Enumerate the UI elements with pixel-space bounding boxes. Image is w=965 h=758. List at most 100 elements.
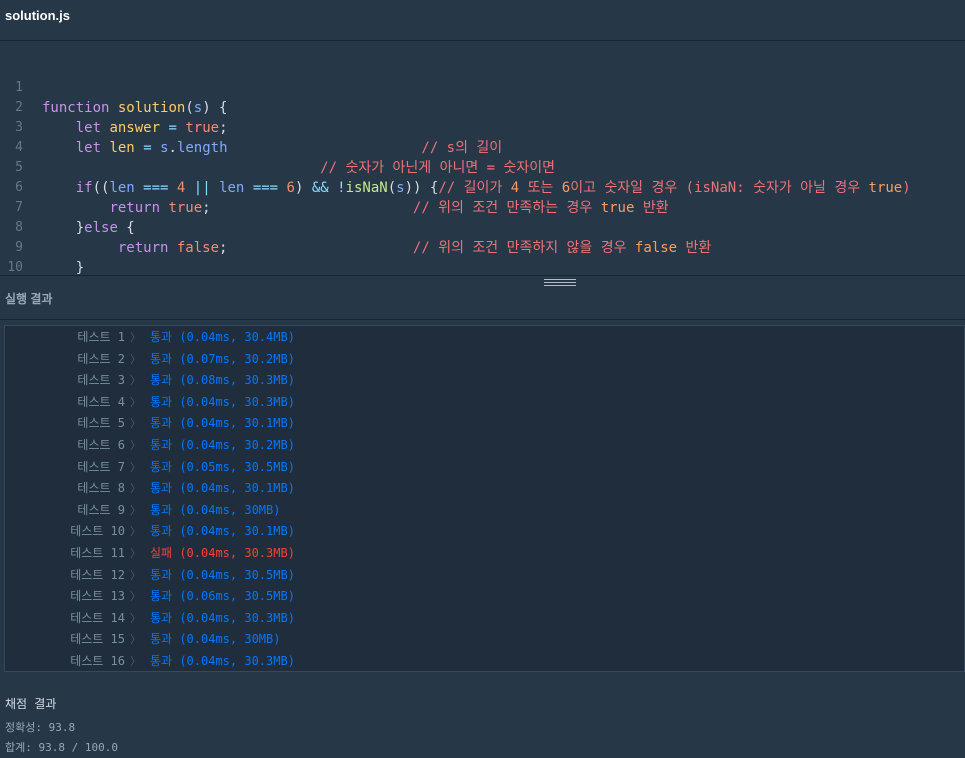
chevron-right-icon: 〉 bbox=[130, 417, 141, 431]
test-result: 통과 (0.04ms, 30.1MB) bbox=[150, 521, 295, 542]
test-result: 통과 (0.04ms, 30.1MB) bbox=[150, 478, 295, 499]
chevron-right-icon: 〉 bbox=[130, 655, 141, 668]
test-status: 통과 bbox=[150, 394, 173, 409]
test-label: 테스트 4 bbox=[77, 394, 125, 409]
test-label: 테스트 1 bbox=[77, 330, 125, 344]
test-label: 테스트 12 bbox=[70, 567, 125, 582]
code-line[interactable]: 2 let answer = true; bbox=[0, 78, 965, 136]
test-detail: (0.04ms, 30.1MB) bbox=[179, 524, 295, 539]
grading-title: 채점 결과 bbox=[5, 697, 57, 711]
chevron-right-icon: 〉 bbox=[130, 503, 141, 517]
test-status: 통과 bbox=[150, 438, 173, 452]
result-row[interactable]: 테스트 9 〉 통과 (0.04ms, 30MB) bbox=[5, 500, 960, 521]
code-line[interactable]: 11 bbox=[0, 258, 965, 275]
test-result: 실패 (0.04ms, 30.3MB) bbox=[150, 543, 295, 564]
test-detail: (0.04ms, 30MB) bbox=[179, 502, 281, 517]
test-label: 테스트 16 bbox=[70, 654, 125, 668]
test-detail: (0.04ms, 30.4MB) bbox=[179, 330, 295, 344]
test-detail: (0.04ms, 30MB) bbox=[179, 632, 281, 647]
result-row[interactable]: 테스트 5 〉 통과 (0.04ms, 30.1MB) bbox=[5, 413, 960, 434]
result-row[interactable]: 테스트 6 〉 통과 (0.04ms, 30.2MB) bbox=[5, 435, 960, 456]
test-result: 통과 (0.04ms, 30.3MB) bbox=[150, 608, 295, 629]
test-result: 통과 (0.04ms, 30.5MB) bbox=[150, 565, 295, 586]
code-line[interactable]: 4 // 숫자가 아닌게 아니면 = 숫자이면 bbox=[0, 118, 965, 176]
results-divider bbox=[0, 319, 965, 320]
test-detail: (0.04ms, 30.1MB) bbox=[179, 481, 295, 496]
test-status: 통과 bbox=[150, 502, 173, 517]
test-detail: (0.04ms, 30.3MB) bbox=[179, 546, 295, 560]
test-result: 통과 (0.04ms, 30MB) bbox=[150, 500, 280, 521]
test-label: 테스트 7 bbox=[77, 459, 125, 474]
test-detail: (0.04ms, 30.3MB) bbox=[179, 654, 295, 668]
code-line[interactable]: 5 if((len === 4 || len === 6) && !isNaN(… bbox=[0, 138, 965, 196]
result-row[interactable]: 테스트 16 〉 통과 (0.04ms, 30.3MB) bbox=[5, 651, 960, 672]
results-title: 실행 결과 bbox=[5, 292, 53, 306]
test-detail: (0.07ms, 30.2MB) bbox=[179, 351, 295, 366]
test-detail: (0.04ms, 30.3MB) bbox=[179, 394, 295, 409]
test-label: 테스트 13 bbox=[70, 589, 125, 604]
test-label: 테스트 11 bbox=[70, 546, 125, 560]
chevron-right-icon: 〉 bbox=[130, 374, 141, 388]
chevron-right-icon: 〉 bbox=[130, 395, 141, 409]
test-detail: (0.04ms, 30.3MB) bbox=[179, 610, 295, 625]
chevron-right-icon: 〉 bbox=[130, 568, 141, 582]
test-status: 통과 bbox=[150, 632, 173, 647]
test-result: 통과 (0.06ms, 30.5MB) bbox=[150, 586, 295, 607]
test-label: 테스트 9 bbox=[77, 502, 125, 517]
test-label: 테스트 2 bbox=[77, 351, 125, 366]
code-line[interactable]: 10 } bbox=[0, 238, 965, 275]
code-line[interactable]: 7 }else { bbox=[0, 178, 965, 236]
chevron-right-icon: 〉 bbox=[130, 633, 141, 647]
test-detail: (0.05ms, 30.5MB) bbox=[179, 459, 295, 474]
test-status: 통과 bbox=[150, 481, 173, 496]
panel-divider bbox=[0, 275, 965, 276]
result-row[interactable]: 테스트 8 〉 통과 (0.04ms, 30.1MB) bbox=[5, 478, 960, 499]
result-row[interactable]: 테스트 12 〉 통과 (0.04ms, 30.5MB) bbox=[5, 565, 960, 586]
test-result: 통과 (0.04ms, 30.1MB) bbox=[150, 413, 295, 434]
test-detail: (0.04ms, 30.5MB) bbox=[179, 567, 295, 582]
code-line[interactable]: 1 function solution(s) { bbox=[0, 58, 965, 116]
test-label: 테스트 15 bbox=[70, 632, 125, 647]
file-tab-solution-js[interactable]: solution.js bbox=[5, 8, 70, 23]
test-status: 통과 bbox=[150, 524, 173, 539]
accuracy-score: 정확성: 93.8 bbox=[5, 721, 76, 734]
test-result: 통과 (0.08ms, 30.3MB) bbox=[150, 370, 295, 391]
test-result: 통과 (0.05ms, 30.5MB) bbox=[150, 457, 295, 478]
test-result: 통과 (0.04ms, 30.3MB) bbox=[150, 392, 295, 413]
result-row[interactable]: 테스트 14 〉 통과 (0.04ms, 30.3MB) bbox=[5, 608, 960, 629]
test-detail: (0.04ms, 30.1MB) bbox=[179, 416, 295, 431]
chevron-right-icon: 〉 bbox=[130, 590, 141, 604]
result-row[interactable]: 테스트 10 〉 통과 (0.04ms, 30.1MB) bbox=[5, 521, 960, 542]
chevron-right-icon: 〉 bbox=[130, 482, 141, 496]
resize-handle-icon[interactable] bbox=[544, 279, 576, 287]
result-row[interactable]: 테스트 2 〉 통과 (0.07ms, 30.2MB) bbox=[5, 349, 960, 370]
test-label: 테스트 14 bbox=[70, 610, 125, 625]
chevron-right-icon: 〉 bbox=[130, 352, 141, 366]
code-line[interactable]: 8 return false; // 위의 조건 만족하지 않을 경우 fals… bbox=[0, 198, 965, 256]
test-detail: (0.04ms, 30.2MB) bbox=[179, 438, 295, 452]
test-result: 통과 (0.04ms, 30.3MB) bbox=[150, 651, 295, 672]
test-result: 통과 (0.04ms, 30.4MB) bbox=[150, 327, 295, 348]
result-row[interactable]: 테스트 13 〉 통과 (0.06ms, 30.5MB) bbox=[5, 586, 960, 607]
code-line[interactable]: 9 } bbox=[0, 218, 965, 275]
test-label: 테스트 5 bbox=[77, 416, 125, 431]
result-row[interactable]: 테스트 3 〉 통과 (0.08ms, 30.3MB) bbox=[5, 370, 960, 391]
chevron-right-icon: 〉 bbox=[130, 525, 141, 539]
test-label: 테스트 6 bbox=[77, 438, 125, 452]
total-score: 합계: 93.8 / 100.0 bbox=[5, 741, 118, 754]
result-row[interactable]: 테스트 1 〉 통과 (0.04ms, 30.4MB) bbox=[5, 327, 960, 348]
test-result: 통과 (0.04ms, 30.2MB) bbox=[150, 435, 295, 456]
test-label: 테스트 10 bbox=[70, 524, 125, 539]
chevron-right-icon: 〉 bbox=[130, 611, 141, 625]
code-editor[interactable]: 1 function solution(s) { 2 let answer = … bbox=[0, 41, 965, 275]
test-status: 통과 bbox=[150, 610, 173, 625]
code-line[interactable]: 3 let len = s.length // s의 길이 bbox=[0, 98, 965, 156]
results-panel: 테스트 1 〉 통과 (0.04ms, 30.4MB) 테스트 2 〉 통과 (0.07m… bbox=[4, 325, 965, 672]
result-row[interactable]: 테스트 11 〉 실패 (0.04ms, 30.3MB) bbox=[5, 543, 960, 564]
test-status: 통과 bbox=[150, 654, 173, 668]
chevron-right-icon: 〉 bbox=[130, 547, 141, 560]
result-row[interactable]: 테스트 15 〉 통과 (0.04ms, 30MB) bbox=[5, 629, 960, 650]
result-row[interactable]: 테스트 4 〉 통과 (0.04ms, 30.3MB) bbox=[5, 392, 960, 413]
code-line[interactable]: 6 return true; // 위의 조건 만족하는 경우 true 반환 bbox=[0, 158, 965, 216]
result-row[interactable]: 테스트 7 〉 통과 (0.05ms, 30.5MB) bbox=[5, 457, 960, 478]
